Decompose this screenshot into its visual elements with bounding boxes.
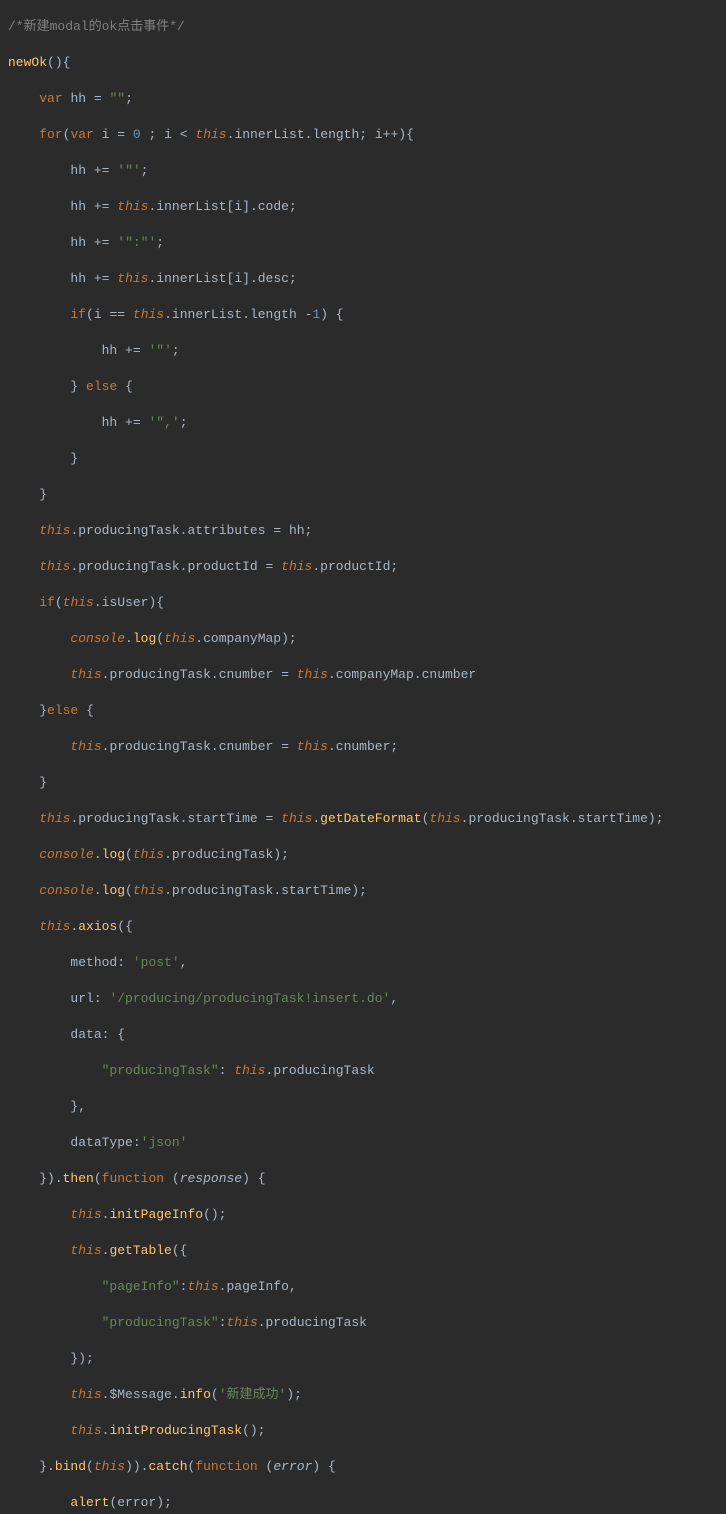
code-line: this.producingTask.attributes = hh;	[8, 522, 718, 540]
code-line: this.producingTask.productId = this.prod…	[8, 558, 718, 576]
code-line: } else {	[8, 378, 718, 396]
code-line: this.producingTask.cnumber = this.compan…	[8, 666, 718, 684]
code-line: }	[8, 450, 718, 468]
code-line: console.log(this.companyMap);	[8, 630, 718, 648]
code-line: this.axios({	[8, 918, 718, 936]
code-line: this.initProducingTask();	[8, 1422, 718, 1440]
code-line: method: 'post',	[8, 954, 718, 972]
code-line: this.initPageInfo();	[8, 1206, 718, 1224]
code-line: hh += this.innerList[i].code;	[8, 198, 718, 216]
code-line: var hh = "";	[8, 90, 718, 108]
code-line: });	[8, 1350, 718, 1368]
code-line: console.log(this.producingTask.startTime…	[8, 882, 718, 900]
code-line: }	[8, 774, 718, 792]
code-line: },	[8, 1098, 718, 1116]
code-line: hh += this.innerList[i].desc;	[8, 270, 718, 288]
code-line: this.producingTask.cnumber = this.cnumbe…	[8, 738, 718, 756]
code-line: url: '/producing/producingTask!insert.do…	[8, 990, 718, 1008]
code-line: }else {	[8, 702, 718, 720]
code-line: dataType:'json'	[8, 1134, 718, 1152]
code-line: this.getTable({	[8, 1242, 718, 1260]
code-line: hh += '"';	[8, 342, 718, 360]
code-line: if(this.isUser){	[8, 594, 718, 612]
code-line: /*新建modal的ok点击事件*/	[8, 18, 718, 36]
code-line: "pageInfo":this.pageInfo,	[8, 1278, 718, 1296]
code-line: hh += '"';	[8, 162, 718, 180]
code-line: this.$Message.info('新建成功');	[8, 1386, 718, 1404]
code-editor[interactable]: /*新建modal的ok点击事件*/ newOk(){ var hh = "";…	[0, 0, 726, 1514]
code-line: }	[8, 486, 718, 504]
code-line: "producingTask": this.producingTask	[8, 1062, 718, 1080]
code-line: alert(error);	[8, 1494, 718, 1512]
code-line: hh += '":"';	[8, 234, 718, 252]
code-line: if(i == this.innerList.length -1) {	[8, 306, 718, 324]
code-line: console.log(this.producingTask);	[8, 846, 718, 864]
code-line: for(var i = 0 ; i < this.innerList.lengt…	[8, 126, 718, 144]
code-line: data: {	[8, 1026, 718, 1044]
code-line: "producingTask":this.producingTask	[8, 1314, 718, 1332]
code-line: hh += '",';	[8, 414, 718, 432]
code-line: newOk(){	[8, 54, 718, 72]
code-line: }).then(function (response) {	[8, 1170, 718, 1188]
code-line: }.bind(this)).catch(function (error) {	[8, 1458, 718, 1476]
code-line: this.producingTask.startTime = this.getD…	[8, 810, 718, 828]
